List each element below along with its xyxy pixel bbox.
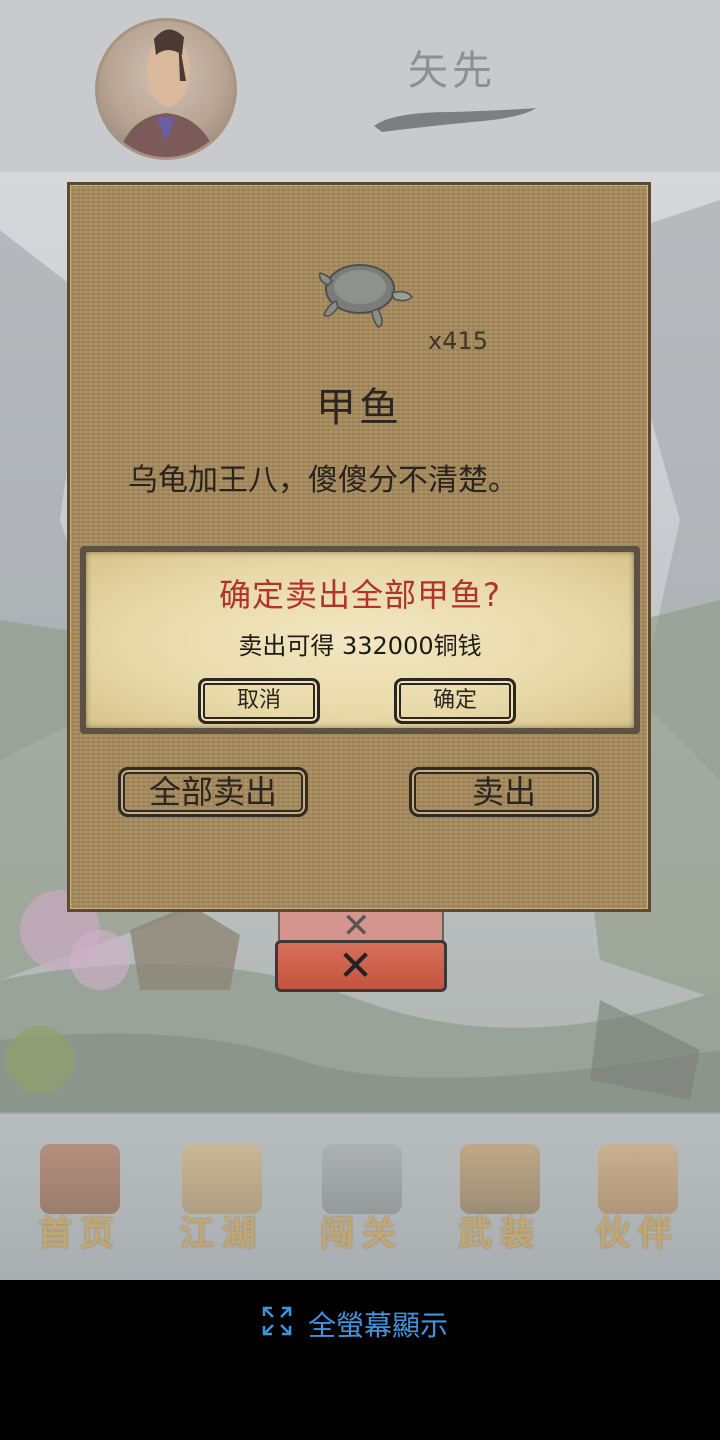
fullscreen-bar: 全螢幕顯示 xyxy=(0,1280,720,1440)
item-count: x415 xyxy=(428,327,489,355)
player-header: 矢先 xyxy=(0,0,720,172)
nav-item-jianghu[interactable]: 江湖 xyxy=(162,1144,282,1254)
confirm-dialog: 确定卖出全部甲鱼? 卖出可得 332000铜钱 取消 确定 xyxy=(80,546,640,734)
fullscreen-label: 全螢幕顯示 xyxy=(308,1309,449,1342)
confirm-message: 卖出可得 332000铜钱 xyxy=(238,632,482,660)
close-icon: ✕ xyxy=(338,941,374,990)
fullscreen-icon xyxy=(262,1306,292,1336)
swords-icon xyxy=(322,1144,402,1214)
nav-label: 首页 xyxy=(38,1214,122,1254)
confirm-scroll: 确定卖出全部甲鱼? 卖出可得 332000铜钱 取消 确定 xyxy=(86,552,634,728)
cancel-button[interactable]: 取消 xyxy=(198,678,320,724)
nav-label: 闯关 xyxy=(320,1214,404,1254)
armor-icon xyxy=(460,1144,540,1214)
house-icon xyxy=(40,1144,120,1214)
confirm-title: 确定卖出全部甲鱼? xyxy=(219,576,501,614)
close-button[interactable]: ✕ xyxy=(275,940,447,992)
sell-button[interactable]: 卖出 xyxy=(409,767,599,817)
close-tab-shadow: ✕ xyxy=(278,906,444,946)
nav-item-wuzhuang[interactable]: 武装 xyxy=(440,1144,560,1254)
player-avatar[interactable] xyxy=(95,18,237,160)
brush-stroke-decoration xyxy=(374,108,536,132)
partners-icon xyxy=(598,1144,678,1214)
nav-item-home[interactable]: 首页 xyxy=(20,1144,140,1254)
nav-label: 伙伴 xyxy=(596,1214,680,1254)
bottom-navigation: 首页 江湖 闯关 武装 伙伴 xyxy=(0,1112,720,1280)
item-name: 甲鱼 xyxy=(316,385,402,431)
nav-label: 武装 xyxy=(458,1214,542,1254)
item-description: 乌龟加王八，傻傻分不清楚。 xyxy=(128,463,518,498)
turtle-icon xyxy=(318,264,413,328)
player-name: 矢先 xyxy=(408,48,496,94)
scroll-icon xyxy=(182,1144,262,1214)
nav-item-huoban[interactable]: 伙伴 xyxy=(578,1144,698,1254)
confirm-button[interactable]: 确定 xyxy=(394,678,516,724)
nav-label: 江湖 xyxy=(180,1214,264,1254)
nav-item-chuangguan[interactable]: 闯关 xyxy=(302,1144,422,1254)
sell-all-button[interactable]: 全部卖出 xyxy=(118,767,308,817)
character-portrait-icon xyxy=(118,29,216,157)
